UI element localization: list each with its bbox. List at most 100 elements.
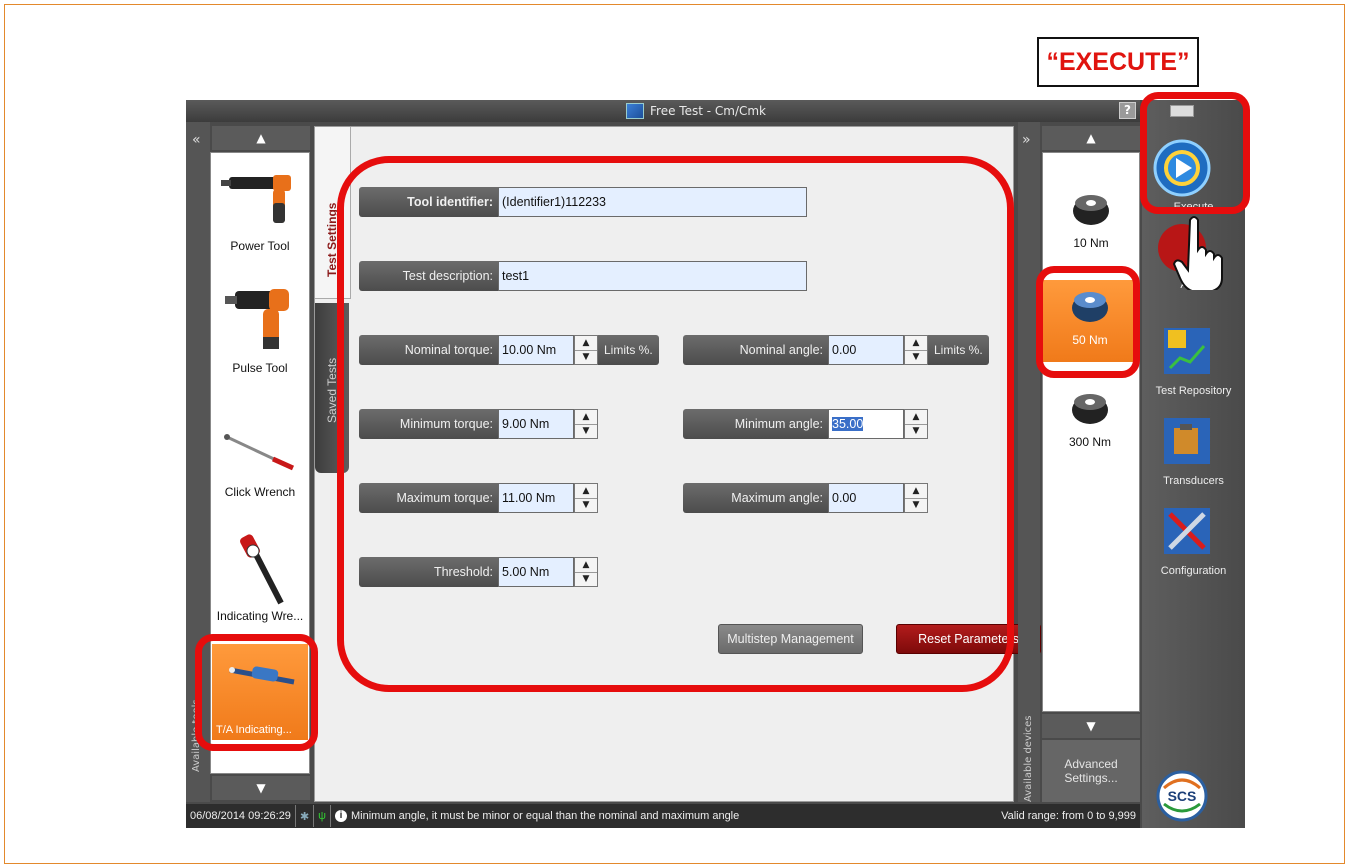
maximum-torque-input[interactable]: 11.00 Nm <box>498 483 574 513</box>
repository-icon <box>1164 328 1210 374</box>
help-button[interactable]: ? <box>1119 102 1136 119</box>
device-label: 10 Nm <box>1073 236 1109 250</box>
bluetooth-icon: ✱ <box>299 810 310 823</box>
status-bar: 06/08/2014 09:26:29 ✱ ψ i Minimum angle,… <box>186 804 1140 828</box>
collapse-right-icon[interactable]: » <box>1022 132 1031 148</box>
transducers-button[interactable]: Transducers <box>1142 412 1245 487</box>
test-repository-button[interactable]: Test Repository <box>1142 322 1245 397</box>
nominal-torque-limits-button[interactable]: Limits %. <box>598 335 659 365</box>
spin-up-icon[interactable]: ▲ <box>905 336 927 351</box>
window-title: Free Test - Cm/Cmk <box>626 103 766 119</box>
spin-down-icon[interactable]: ▼ <box>905 425 927 439</box>
spin-up-icon[interactable]: ▲ <box>905 410 927 425</box>
nominal-torque-input[interactable]: 10.00 Nm <box>498 335 574 365</box>
tools-scroll-down-button[interactable]: ▼ <box>212 776 310 800</box>
nominal-angle-input[interactable]: 0.00 <box>828 335 904 365</box>
minimum-angle-input[interactable]: 35.00 <box>828 409 904 439</box>
device-item-10nm[interactable]: 10 Nm <box>1043 183 1139 250</box>
multistep-management-button[interactable]: Multistep Management <box>718 624 863 654</box>
nominal-angle-field: Nominal angle: 0.00 ▲ ▼ Limits %. <box>683 335 989 365</box>
ta-indicating-icon <box>229 666 295 685</box>
tool-identifier-input[interactable]: (Identifier1)112233 <box>498 187 807 217</box>
minimum-torque-spinner[interactable]: ▲ ▼ <box>574 409 598 439</box>
spin-up-icon[interactable]: ▲ <box>905 484 927 499</box>
indicating-wrench-icon <box>211 529 309 609</box>
spin-down-icon[interactable]: ▼ <box>905 351 927 365</box>
threshold-input[interactable]: 5.00 Nm <box>498 557 574 587</box>
execute-annotation-label: “EXECUTE” <box>1037 37 1199 87</box>
device-item-300nm[interactable]: 300 Nm <box>1042 382 1138 449</box>
threshold-spinner[interactable]: ▲ ▼ <box>574 557 598 587</box>
tool-item-pulse-tool[interactable]: Pulse Tool <box>211 281 309 375</box>
threshold-label: Threshold: <box>359 557 498 587</box>
test-description-label: Test description: <box>359 261 498 291</box>
minimum-angle-spinner[interactable]: ▲ ▼ <box>904 409 928 439</box>
tab-saved-tests[interactable]: Saved Tests <box>315 303 349 473</box>
test-description-input[interactable]: test1 <box>498 261 807 291</box>
tool-label: Power Tool <box>230 239 290 253</box>
status-message: Minimum angle, it must be minor or equal… <box>351 810 740 822</box>
tab-label: Test Settings <box>325 202 339 277</box>
maximum-angle-spinner[interactable]: ▲ ▼ <box>904 483 928 513</box>
collapse-left-icon[interactable]: « <box>192 132 201 148</box>
nominal-torque-spinner[interactable]: ▲ ▼ <box>574 335 598 365</box>
transducer-icon <box>1073 195 1109 225</box>
threshold-field: Threshold: 5.00 Nm ▲ ▼ <box>359 557 598 587</box>
devices-scroll-down-button[interactable]: ▼ <box>1042 714 1140 738</box>
spin-down-icon[interactable]: ▼ <box>575 573 597 587</box>
spin-up-icon[interactable]: ▲ <box>575 484 597 499</box>
transducers-label: Transducers <box>1163 475 1224 487</box>
tool-item-power-tool[interactable]: Power Tool <box>211 159 309 253</box>
minimum-torque-input[interactable]: 9.00 Nm <box>498 409 574 439</box>
main-panel: Test Settings Saved Tests Tool identifie… <box>314 126 1041 802</box>
click-wrench-icon <box>211 405 309 485</box>
minimum-angle-field: Minimum angle: 35.00 ▲ ▼ <box>683 409 928 439</box>
tool-label: Click Wrench <box>224 485 296 499</box>
spin-down-icon[interactable]: ▼ <box>905 499 927 513</box>
tab-label: Saved Tests <box>325 357 339 423</box>
spin-down-icon[interactable]: ▼ <box>575 425 597 439</box>
pulse-tool-icon <box>211 281 309 361</box>
title-bar: Free Test - Cm/Cmk ? <box>186 100 1140 122</box>
window-title-text: Free Test - Cm/Cmk <box>650 104 766 118</box>
advanced-settings-button[interactable]: Advanced Settings... <box>1042 740 1140 802</box>
tool-item-click-wrench[interactable]: Click Wrench <box>211 405 309 499</box>
play-icon <box>1153 139 1211 197</box>
execute-button[interactable]: Execute <box>1142 136 1245 213</box>
test-settings-form: Tool identifier: (Identifier1)112233 Tes… <box>351 127 1041 801</box>
nominal-torque-label: Nominal torque: <box>359 335 498 365</box>
nominal-torque-field: Nominal torque: 10.00 Nm ▲ ▼ Limits %. <box>359 335 659 365</box>
power-tool-icon <box>211 159 309 239</box>
spin-down-icon[interactable]: ▼ <box>575 351 597 365</box>
repository-label: Test Repository <box>1155 385 1232 397</box>
configuration-button[interactable]: Configuration <box>1142 502 1245 577</box>
left-panel-collapse[interactable]: « Available tools <box>186 122 210 802</box>
available-tools-label: Available tools <box>191 699 202 772</box>
spin-up-icon[interactable]: ▲ <box>575 410 597 425</box>
spin-up-icon[interactable]: ▲ <box>575 336 597 351</box>
right-panel-collapse[interactable]: » Available devices <box>1018 122 1040 802</box>
tools-scroll-up-button[interactable]: ▲ <box>212 126 310 150</box>
app-window: Free Test - Cm/Cmk ? « Available tools ▲… <box>186 100 1245 828</box>
nominal-angle-spinner[interactable]: ▲ ▼ <box>904 335 928 365</box>
maximum-torque-spinner[interactable]: ▲ ▼ <box>574 483 598 513</box>
minimum-torque-field: Minimum torque: 9.00 Nm ▲ ▼ <box>359 409 598 439</box>
status-range: Valid range: from 0 to 9,999 <box>1001 810 1136 822</box>
nominal-angle-limits-button[interactable]: Limits %. <box>928 335 989 365</box>
available-devices-label: Available devices <box>1023 715 1034 803</box>
devices-scroll-up-button[interactable]: ▲ <box>1042 126 1140 150</box>
maximum-angle-input[interactable]: 0.00 <box>828 483 904 513</box>
device-label: 300 Nm <box>1068 435 1112 449</box>
maximum-torque-field: Maximum torque: 11.00 Nm ▲ ▼ <box>359 483 598 513</box>
device-item-50nm[interactable]: 50 Nm <box>1042 280 1138 362</box>
scs-logo: SCS <box>1142 768 1245 825</box>
tab-test-settings[interactable]: Test Settings <box>315 127 351 299</box>
spin-up-icon[interactable]: ▲ <box>575 558 597 573</box>
transducer-icon <box>1072 292 1108 322</box>
tool-item-indicating-wrench[interactable]: Indicating Wre... <box>211 529 309 623</box>
keyboard-icon[interactable] <box>1170 105 1194 117</box>
spin-down-icon[interactable]: ▼ <box>575 499 597 513</box>
app-icon <box>626 103 644 119</box>
tool-label: Indicating Wre... <box>216 609 304 623</box>
tool-item-ta-indicating[interactable]: T/A Indicating... <box>212 644 308 740</box>
